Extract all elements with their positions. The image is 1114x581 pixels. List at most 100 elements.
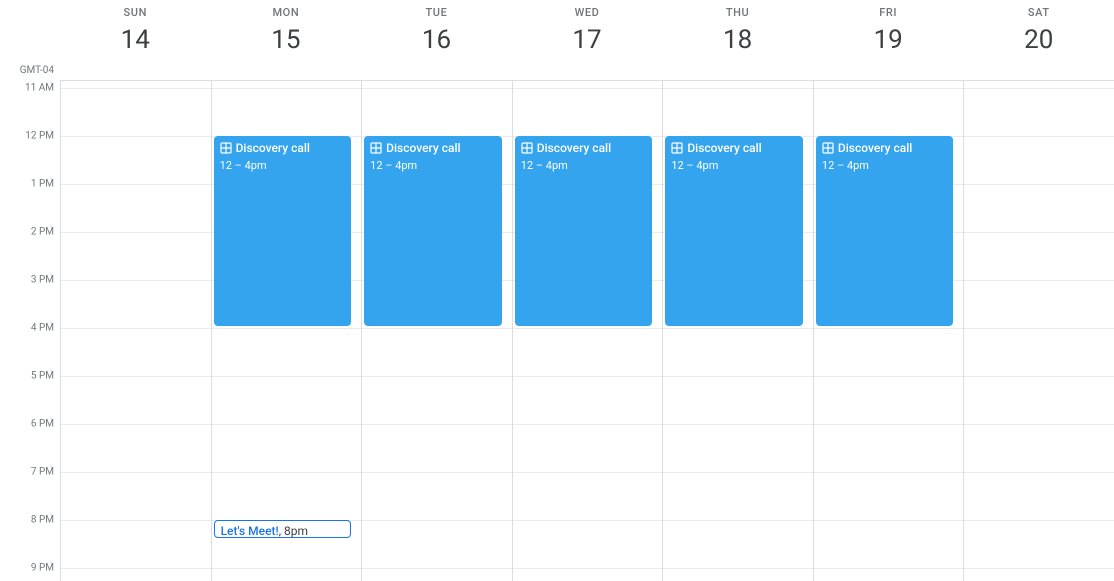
hour-grid-line — [362, 376, 512, 377]
hour-label: 7 PM — [31, 467, 54, 478]
day-header-thu[interactable]: THU 18 — [662, 0, 813, 80]
calendar-header-row: GMT-04 SUN 14 MON 15 TUE 16 WED 17 THU 1… — [0, 0, 1114, 80]
hour-grid-line — [964, 88, 1114, 89]
hour-grid-line — [362, 520, 512, 521]
day-column-mon[interactable]: Discovery call12 – 4pm Let's Meet!, 8pm — [211, 80, 362, 581]
hour-grid-line — [663, 568, 813, 569]
hour-grid-line — [61, 472, 211, 473]
day-header-fri[interactable]: FRI 19 — [813, 0, 964, 80]
event-time-label: 12 – 4pm — [822, 159, 948, 173]
appointment-slot-event[interactable]: Discovery call12 – 4pm — [214, 136, 352, 326]
hour-grid-line — [964, 328, 1114, 329]
hour-label: 4 PM — [31, 323, 54, 334]
hour-grid-line — [814, 568, 964, 569]
appointment-slot-event[interactable]: Discovery call 12 – 4pm — [665, 136, 803, 326]
timezone-label: GMT-04 — [20, 65, 54, 76]
hour-grid-line — [964, 520, 1114, 521]
appointment-slot-event[interactable]: Discovery call 12 – 4pm — [816, 136, 954, 326]
day-of-week-label: SUN — [60, 6, 211, 19]
day-of-month-label: 16 — [361, 25, 512, 55]
day-of-month-label: 17 — [512, 25, 663, 55]
hour-grid-line — [964, 568, 1114, 569]
hour-grid-line — [513, 424, 663, 425]
day-header-sat[interactable]: SAT 20 — [963, 0, 1114, 80]
event-title: Discovery call — [537, 141, 611, 155]
hour-grid-line — [814, 88, 964, 89]
hour-grid-line — [61, 376, 211, 377]
hour-grid-line — [814, 424, 964, 425]
hour-grid-line — [663, 376, 813, 377]
hour-grid-line — [814, 520, 964, 521]
appointment-slot-event[interactable]: Discovery call 12 – 4pm — [515, 136, 653, 326]
timezone-gutter: GMT-04 — [0, 0, 60, 80]
hour-grid-line — [964, 136, 1114, 137]
event-time-label: 12 – 4pm — [370, 159, 496, 173]
hour-grid-line — [964, 472, 1114, 473]
hour-grid-line — [513, 472, 663, 473]
hour-grid-line — [814, 472, 964, 473]
day-column-wed[interactable]: Discovery call 12 – 4pm — [512, 80, 663, 581]
day-column-tue[interactable]: Discovery call 12 – 4pm — [361, 80, 512, 581]
hour-grid-line — [61, 520, 211, 521]
hour-grid-line — [964, 280, 1114, 281]
event-title: Discovery call — [838, 141, 912, 155]
hour-label: 1 PM — [31, 179, 54, 190]
hour-grid-line — [964, 424, 1114, 425]
hour-grid-line — [663, 88, 813, 89]
hour-grid-line — [212, 568, 362, 569]
hour-grid-line — [61, 136, 211, 137]
day-of-month-label: 14 — [60, 25, 211, 55]
hour-grid-line — [964, 376, 1114, 377]
event-title: Discovery call — [236, 141, 310, 155]
day-column-sun[interactable] — [60, 80, 211, 581]
hour-grid-line — [61, 232, 211, 233]
hour-grid-line — [513, 376, 663, 377]
hour-label: 6 PM — [31, 419, 54, 430]
day-of-week-label: SAT — [963, 6, 1114, 19]
hour-grid-line — [61, 88, 211, 89]
hour-grid-line — [212, 376, 362, 377]
day-column-sat[interactable] — [963, 80, 1114, 581]
hour-grid-line — [513, 328, 663, 329]
appointment-block-icon — [822, 142, 834, 158]
hour-grid-line — [61, 424, 211, 425]
hour-grid-line — [212, 328, 362, 329]
hour-grid-line — [814, 376, 964, 377]
day-of-week-label: THU — [662, 6, 813, 19]
hour-grid-line — [814, 328, 964, 329]
event-time-label: 12 – 4pm — [671, 159, 797, 173]
calendar-event[interactable]: Let's Meet!, 8pm — [214, 520, 352, 538]
hour-gutter: 11 AM12 PM1 PM2 PM3 PM4 PM5 PM6 PM7 PM8 … — [0, 80, 60, 581]
hour-grid-line — [964, 184, 1114, 185]
event-title: Discovery call — [386, 141, 460, 155]
hour-grid-line — [663, 328, 813, 329]
hour-label: 8 PM — [31, 515, 54, 526]
day-header-sun[interactable]: SUN 14 — [60, 0, 211, 80]
hour-label: 11 AM — [25, 83, 54, 94]
day-column-fri[interactable]: Discovery call 12 – 4pm — [813, 80, 964, 581]
appointment-slot-event[interactable]: Discovery call 12 – 4pm — [364, 136, 502, 326]
hour-label: 12 PM — [25, 131, 54, 142]
event-time-label: 12 – 4pm — [521, 159, 647, 173]
hour-grid-line — [61, 280, 211, 281]
event-title: Discovery call — [687, 141, 761, 155]
hour-grid-line — [513, 520, 663, 521]
hour-grid-line — [362, 472, 512, 473]
day-header-mon[interactable]: MON 15 — [211, 0, 362, 80]
hour-grid-line — [663, 520, 813, 521]
day-header-wed[interactable]: WED 17 — [512, 0, 663, 80]
day-of-week-label: MON — [211, 6, 362, 19]
hour-label: 2 PM — [31, 227, 54, 238]
hour-grid-line — [212, 472, 362, 473]
hour-grid-line — [212, 424, 362, 425]
hour-label: 3 PM — [31, 275, 54, 286]
day-column-thu[interactable]: Discovery call 12 – 4pm — [662, 80, 813, 581]
appointment-block-icon — [220, 142, 232, 158]
day-of-week-label: TUE — [361, 6, 512, 19]
hour-label: 9 PM — [31, 563, 54, 574]
event-time-label: 8pm — [284, 524, 308, 538]
day-header-tue[interactable]: TUE 16 — [361, 0, 512, 80]
day-of-month-label: 18 — [662, 25, 813, 55]
event-title: Let's Meet! — [221, 524, 279, 538]
hour-grid-line — [362, 424, 512, 425]
